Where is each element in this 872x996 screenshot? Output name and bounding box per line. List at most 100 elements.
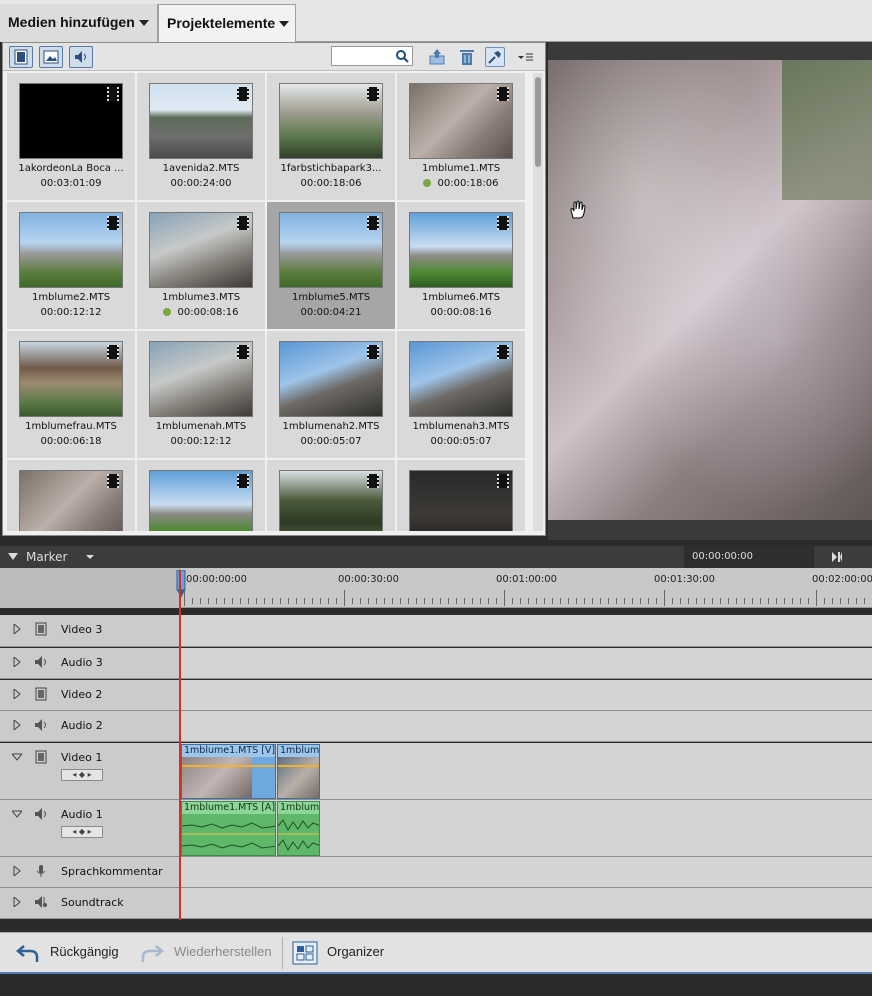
preview-frame[interactable] — [548, 60, 872, 520]
keyframe-controls[interactable]: ◂ ◆ ▸ — [61, 826, 103, 838]
undo-button[interactable]: Rückgängig — [50, 944, 119, 959]
pin-icon[interactable] — [485, 47, 505, 67]
microphone-icon[interactable] — [34, 864, 48, 881]
expand-triangle-icon[interactable] — [12, 864, 22, 879]
tab-project-assets[interactable]: Projektelemente — [158, 4, 296, 42]
asset-thumbnail[interactable] — [149, 212, 253, 288]
asset-thumbnail[interactable] — [149, 470, 253, 531]
expand-triangle-icon[interactable] — [12, 622, 22, 637]
asset-thumbnail[interactable] — [279, 470, 383, 531]
ruler-tick — [320, 598, 321, 604]
tab-add-media[interactable]: Medien hinzufügen — [0, 4, 158, 42]
ruler-tick — [584, 598, 585, 604]
timeline-track[interactable]: Soundtrack — [0, 888, 872, 919]
ruler-tick — [728, 598, 729, 604]
keyframe-controls[interactable]: ◂ ◆ ▸ — [61, 769, 103, 781]
asset-item[interactable]: 1mblumenah.MTS 00:00:12:12 — [137, 331, 265, 458]
asset-item[interactable]: 1mblumenah3.MTS 00:00:05:07 — [397, 331, 525, 458]
timeline-track[interactable]: Video 1 ◂ ◆ ▸ — [0, 743, 872, 800]
assets-scrollbar[interactable] — [533, 73, 543, 531]
video-clip[interactable]: 1mblume1.MTS [V] — [181, 744, 276, 799]
ruler-tick — [696, 598, 697, 604]
collapse-triangle-icon[interactable] — [10, 809, 24, 822]
playhead-line — [179, 570, 181, 920]
marker-label[interactable]: Marker — [26, 550, 67, 564]
marker-flag-icon[interactable] — [830, 551, 844, 563]
filter-image-button[interactable] — [39, 46, 63, 68]
asset-thumbnail[interactable] — [409, 341, 513, 417]
film-icon[interactable] — [34, 622, 48, 639]
search-field[interactable] — [331, 46, 413, 66]
asset-item[interactable]: 1mblumefrau.MTS 00:00:06:18 — [7, 331, 135, 458]
speaker-icon[interactable] — [34, 718, 48, 735]
undo-icon[interactable] — [16, 942, 40, 964]
asset-thumbnail[interactable] — [279, 83, 383, 159]
timeline-track[interactable]: Audio 2 — [0, 711, 872, 742]
asset-thumbnail[interactable] — [19, 212, 123, 288]
filter-audio-button[interactable] — [69, 46, 93, 68]
asset-item[interactable] — [7, 460, 135, 531]
expand-triangle-icon[interactable] — [12, 655, 22, 670]
asset-item[interactable]: 1farbstichbapark3... 00:00:18:06 — [267, 73, 395, 200]
redo-button[interactable]: Wiederherstellen — [174, 944, 272, 959]
asset-thumbnail[interactable] — [149, 83, 253, 159]
expand-triangle-icon[interactable] — [12, 895, 22, 910]
chevron-down-icon[interactable] — [86, 555, 94, 560]
asset-item[interactable]: 1mblume1.MTS 00:00:18:06 — [397, 73, 525, 200]
asset-item[interactable]: 1mblumenah2.MTS 00:00:05:07 — [267, 331, 395, 458]
asset-thumbnail[interactable] — [409, 212, 513, 288]
asset-item[interactable]: 1mblume5.MTS 00:00:04:21 — [267, 202, 395, 329]
asset-thumbnail[interactable] — [279, 341, 383, 417]
export-icon[interactable] — [427, 47, 447, 67]
ruler-tick — [384, 598, 385, 604]
asset-thumbnail[interactable] — [19, 341, 123, 417]
asset-grid: 1akordeonLa Boca ... 00:03:01:09 1avenida2… — [7, 73, 531, 531]
ruler-tick — [832, 598, 833, 604]
asset-name: 1mblumefrau.MTS — [25, 421, 117, 432]
audio-clip[interactable]: 1mblume1.MTS [A] — [181, 801, 276, 856]
playhead-handle-icon[interactable] — [176, 570, 186, 602]
timeline-track[interactable]: Audio 1 ◂ ◆ ▸ — [0, 800, 872, 857]
video-clip[interactable]: 1mblum — [277, 744, 320, 799]
asset-thumbnail[interactable] — [409, 83, 513, 159]
asset-item[interactable]: 1avenida2.MTS 00:00:24:00 — [137, 73, 265, 200]
asset-item[interactable]: 1mblume2.MTS 00:00:12:12 — [7, 202, 135, 329]
asset-thumbnail[interactable] — [19, 470, 123, 531]
expand-triangle-icon[interactable] — [12, 718, 22, 733]
asset-thumbnail[interactable] — [149, 341, 253, 417]
organizer-icon[interactable] — [292, 941, 318, 965]
film-icon[interactable] — [34, 687, 48, 704]
asset-item[interactable] — [267, 460, 395, 531]
panel-menu-icon[interactable] — [515, 47, 535, 67]
collapse-triangle-icon[interactable] — [8, 553, 18, 561]
asset-item[interactable]: 1mblume6.MTS 00:00:08:16 — [397, 202, 525, 329]
timeline-track[interactable]: Sprachkommentar — [0, 857, 872, 888]
organizer-button[interactable]: Organizer — [327, 944, 384, 959]
asset-thumbnail[interactable] — [19, 83, 123, 159]
scrollbar-thumb[interactable] — [535, 77, 541, 167]
asset-item[interactable]: 1akordeonLa Boca ... 00:03:01:09 — [7, 73, 135, 200]
asset-item[interactable]: 1mblume3.MTS 00:00:08:16 — [137, 202, 265, 329]
film-icon[interactable] — [34, 750, 48, 767]
asset-thumbnail[interactable] — [409, 470, 513, 531]
asset-item[interactable] — [137, 460, 265, 531]
asset-item[interactable] — [397, 460, 525, 531]
music-note-icon[interactable] — [34, 895, 48, 912]
trash-icon[interactable] — [457, 47, 477, 67]
redo-icon[interactable] — [140, 942, 164, 964]
time-ruler[interactable]: 00:00:00:00 00:00:30:00 00:01:00:00 00:0… — [0, 568, 872, 608]
expand-triangle-icon[interactable] — [12, 687, 22, 702]
current-timecode[interactable]: 00:00:00:00 — [692, 551, 753, 562]
speaker-icon[interactable] — [34, 655, 48, 672]
asset-thumbnail[interactable] — [279, 212, 383, 288]
timeline-track[interactable]: Video 3 — [0, 615, 872, 647]
audio-clip[interactable]: 1mblum — [277, 801, 320, 856]
speaker-icon[interactable] — [34, 807, 48, 824]
ruler-tick — [512, 598, 513, 604]
timeline-track[interactable]: Video 2 — [0, 680, 872, 711]
filter-video-button[interactable] — [9, 46, 33, 68]
ruler-tick — [216, 598, 217, 604]
timeline-track[interactable]: Audio 3 — [0, 648, 872, 679]
collapse-triangle-icon[interactable] — [10, 752, 24, 765]
ruler-tick — [736, 598, 737, 604]
